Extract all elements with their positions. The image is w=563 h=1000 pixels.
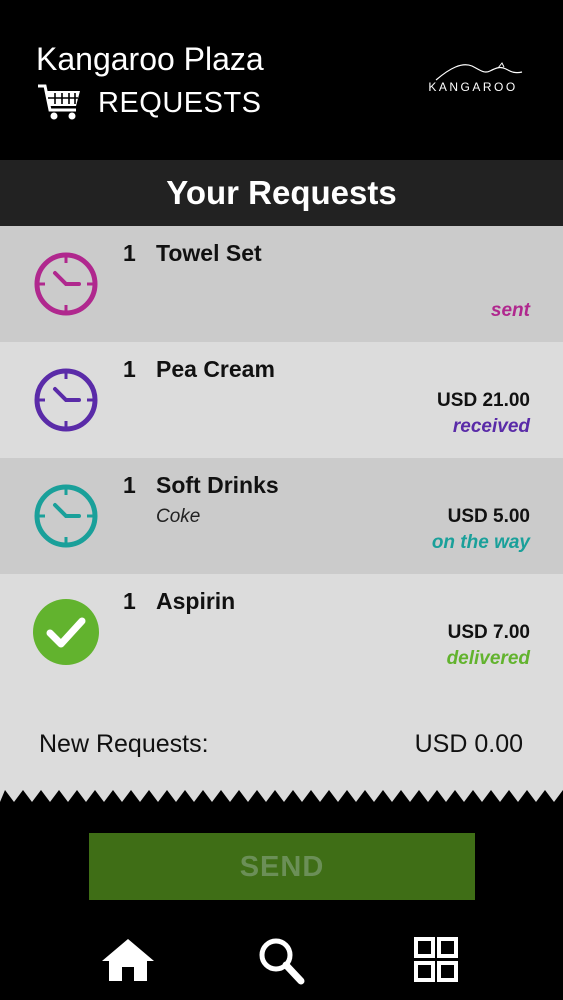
- new-requests-summary: New Requests: USD 0.00: [0, 690, 563, 790]
- request-quantity: 1: [123, 356, 136, 382]
- send-button-label: SEND: [239, 851, 325, 883]
- cart-icon: [38, 84, 80, 120]
- kangaroo-logo: KANGAROO: [414, 60, 532, 106]
- page-title: Your Requests: [166, 174, 397, 211]
- request-row[interactable]: 1 Soft Drinks Coke USD 5.00 on the way: [0, 458, 563, 574]
- request-status: sent: [490, 300, 530, 321]
- request-quantity: 1: [123, 240, 136, 266]
- search-icon[interactable]: [254, 935, 310, 985]
- clock-icon: [34, 484, 98, 548]
- app-header: Kangaroo Plaza REQUESTS KANGAROO: [0, 0, 563, 160]
- request-item-note: Coke: [156, 506, 201, 527]
- section-title: REQUESTS: [98, 87, 262, 119]
- new-requests-label: New Requests:: [39, 730, 209, 758]
- request-row[interactable]: 1 Pea Cream USD 21.00 received: [0, 342, 563, 458]
- logo-text: KANGAROO: [428, 80, 518, 94]
- request-quantity: 1: [123, 472, 136, 498]
- request-item-name: Towel Set: [156, 240, 262, 266]
- request-quantity: 1: [123, 588, 136, 614]
- request-price: USD 5.00: [447, 506, 530, 527]
- clock-icon: [34, 368, 98, 432]
- request-row[interactable]: 1 Aspirin USD 7.00 delivered: [0, 574, 563, 690]
- request-status: received: [452, 416, 530, 437]
- request-item-name: Pea Cream: [156, 356, 275, 382]
- request-row[interactable]: 1 Towel Set sent: [0, 226, 563, 342]
- receipt-edge: [0, 788, 563, 802]
- request-price: USD 21.00: [437, 390, 530, 411]
- clock-icon: [34, 252, 98, 316]
- new-requests-total: USD 0.00: [414, 730, 523, 758]
- home-icon[interactable]: [100, 935, 156, 985]
- request-status: delivered: [446, 648, 530, 669]
- send-button[interactable]: SEND: [89, 833, 475, 900]
- request-item-name: Aspirin: [156, 588, 236, 614]
- request-price: USD 7.00: [447, 622, 530, 643]
- request-status: on the way: [431, 532, 530, 553]
- grid-icon[interactable]: [408, 935, 464, 985]
- checkmark-icon: [33, 599, 99, 665]
- request-item-name: Soft Drinks: [156, 472, 279, 498]
- title-bar: Your Requests: [0, 160, 563, 226]
- hotel-name: Kangaroo Plaza: [36, 41, 264, 77]
